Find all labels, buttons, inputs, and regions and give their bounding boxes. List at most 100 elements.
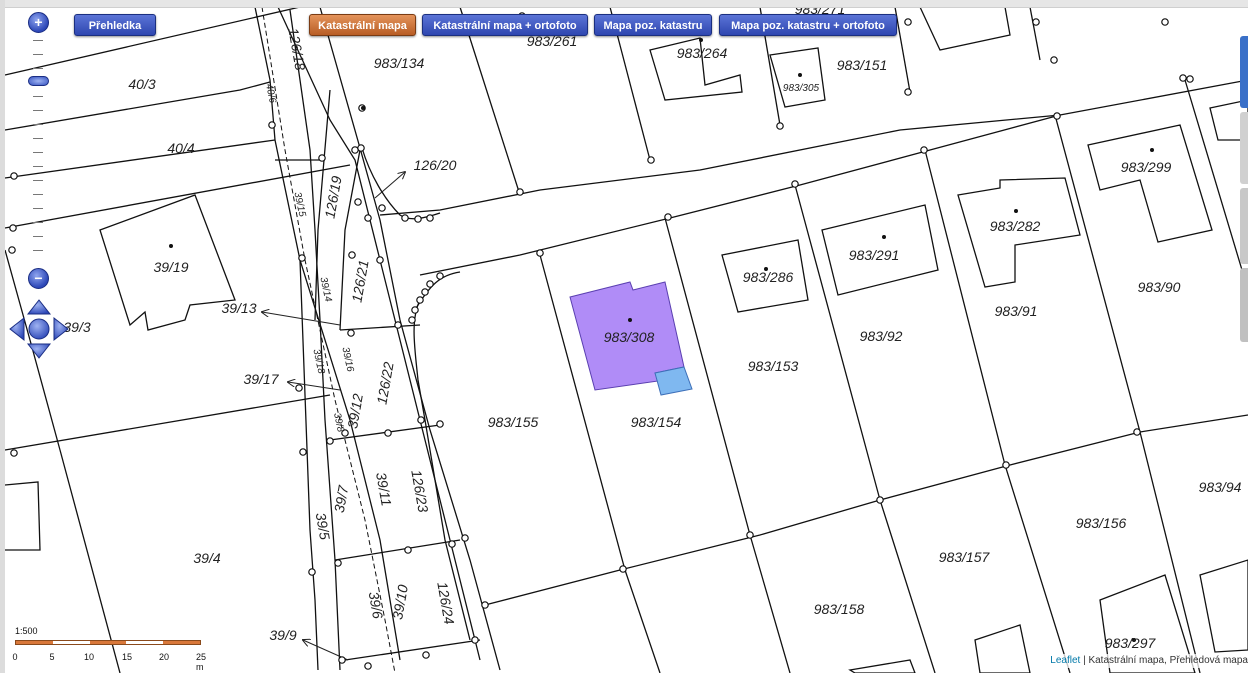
parcel-label: 983/92 [860,328,903,344]
boundary-vertex [448,540,456,548]
parcel-label: 39/19 [153,259,188,275]
boundary-vertex [299,448,307,456]
boundary-vertex [791,180,799,188]
parcel-label: 983/154 [631,414,682,430]
parcel-centroid [361,106,365,110]
boundary-vertex [426,214,434,222]
boundary-vertex [364,214,372,222]
boundary-vertex [394,321,402,329]
parcel-label: 39/7 [331,483,352,514]
scale-bar: 1:500 0 5 10 15 20 25 m [11,626,223,672]
parcel-centroid [1150,148,1154,152]
pan-arrows-icon [9,299,69,359]
parcel-label: 39/14 [317,276,333,303]
parcel-label: 39/13 [221,300,256,316]
parcel-label: 39/15 [291,191,307,218]
zoom-tick [33,166,43,167]
leaflet-link[interactable]: Leaflet [1050,655,1080,666]
side-tab[interactable] [1240,112,1248,184]
parcel-label: 983/90 [1138,279,1181,295]
parcel-label: 983/155 [488,414,539,430]
parcel-label: 983/156 [1076,515,1127,531]
parcel-label: 126/18 [285,27,308,72]
boundary-vertex [1133,428,1141,436]
boundary-vertex [1032,18,1040,26]
boundary-vertex [481,601,489,609]
parcel-centroid [798,73,802,77]
boundary-vertex [471,636,479,644]
parcel-label: 983/291 [849,247,900,263]
scale-tick: 25 m [196,652,207,672]
parcel-label: 983/94 [1199,479,1242,495]
boundary-vertex [647,156,655,164]
layer-parcel-ortho-button[interactable]: Mapa poz. katastru + ortofoto [719,14,897,36]
boundary-vertex [411,306,419,314]
boundary-vertex [384,429,392,437]
zoom-control: + − [26,12,52,289]
scale-tick: 0 [12,652,18,662]
parcel-label: 39/8 [331,412,346,434]
boundary-vertex [347,329,355,337]
parcel-label: 126/24 [434,581,457,626]
boundary-vertex [461,534,469,542]
parcel-label: 983/308 [604,329,655,345]
boundary-vertex [421,288,429,296]
boundary-vertex [1186,75,1194,83]
boundary-vertex [1002,461,1010,469]
parcel-label: 983/305 [783,83,820,94]
zoom-tick [33,194,43,195]
boundary-vertex [904,88,912,96]
parcel-label: 983/134 [374,55,425,71]
layer-parcel-map-button[interactable]: Mapa poz. katastru [594,14,712,36]
boundary-vertex [376,256,384,264]
map-canvas[interactable]: 983/271983/261983/264983/151983/305983/1… [0,0,1248,673]
parcel-label: 983/299 [1121,159,1172,175]
boundary-vertex [9,224,17,232]
parcel-label: 126/22 [373,360,396,405]
parcel-label: 983/286 [743,269,794,285]
side-panel-tabs [1240,36,1248,342]
parcel-label: 39/5 [313,511,334,541]
zoom-tick [33,96,43,97]
side-tab-active[interactable] [1240,36,1248,108]
zoom-in-button[interactable]: + [28,12,49,33]
boundary-vertex [8,246,16,254]
parcel-label: 126/21 [348,259,371,304]
boundary-vertex [904,18,912,26]
boundary-vertex [619,565,627,573]
parcel-label: 39/9 [269,627,296,643]
layer-cadastral-ortho-button[interactable]: Katastrální mapa + ortofoto [422,14,588,36]
parcel-label: 39/16 [339,346,355,373]
boundary-vertex [378,204,386,212]
zoom-tick [33,68,43,69]
parcel-label: 983/157 [939,549,991,565]
parcel-label: 40/4 [167,140,194,156]
zoom-slider-handle[interactable] [28,76,49,86]
boundary-vertex [1161,18,1169,26]
boundary-vertex [436,272,444,280]
zoom-tick [33,208,43,209]
side-tab[interactable] [1240,268,1248,342]
overview-map-button[interactable]: Přehledka [74,14,156,36]
zoom-out-button[interactable]: − [28,268,49,289]
scale-tick: 20 [158,652,170,662]
scale-tick: 5 [49,652,55,662]
side-tab[interactable] [1240,188,1248,264]
cadastral-map[interactable]: 983/271 983/261 983/264 983/151 983/305 983/1… [0,0,1248,673]
parcel-label: 39/6 [366,590,387,620]
parcel-centroid [628,318,632,322]
boundary-vertex [664,213,672,221]
parcel-label: 983/158 [814,601,865,617]
boundary-vertex [318,154,326,162]
pan-control[interactable] [8,298,70,360]
boundary-vertex [326,437,334,445]
boundary-vertex [776,122,784,130]
layer-cadastral-map-button[interactable]: Katastrální mapa [309,14,416,36]
map-attribution: Leaflet | Katastrální mapa, Přehledová m… [1047,654,1248,668]
boundary-vertex [436,420,444,428]
boundary-vertex [746,531,754,539]
zoom-tick [33,180,43,181]
boundary-vertex [354,198,362,206]
boundary-vertex [364,662,372,670]
boundary-vertex [334,559,342,567]
